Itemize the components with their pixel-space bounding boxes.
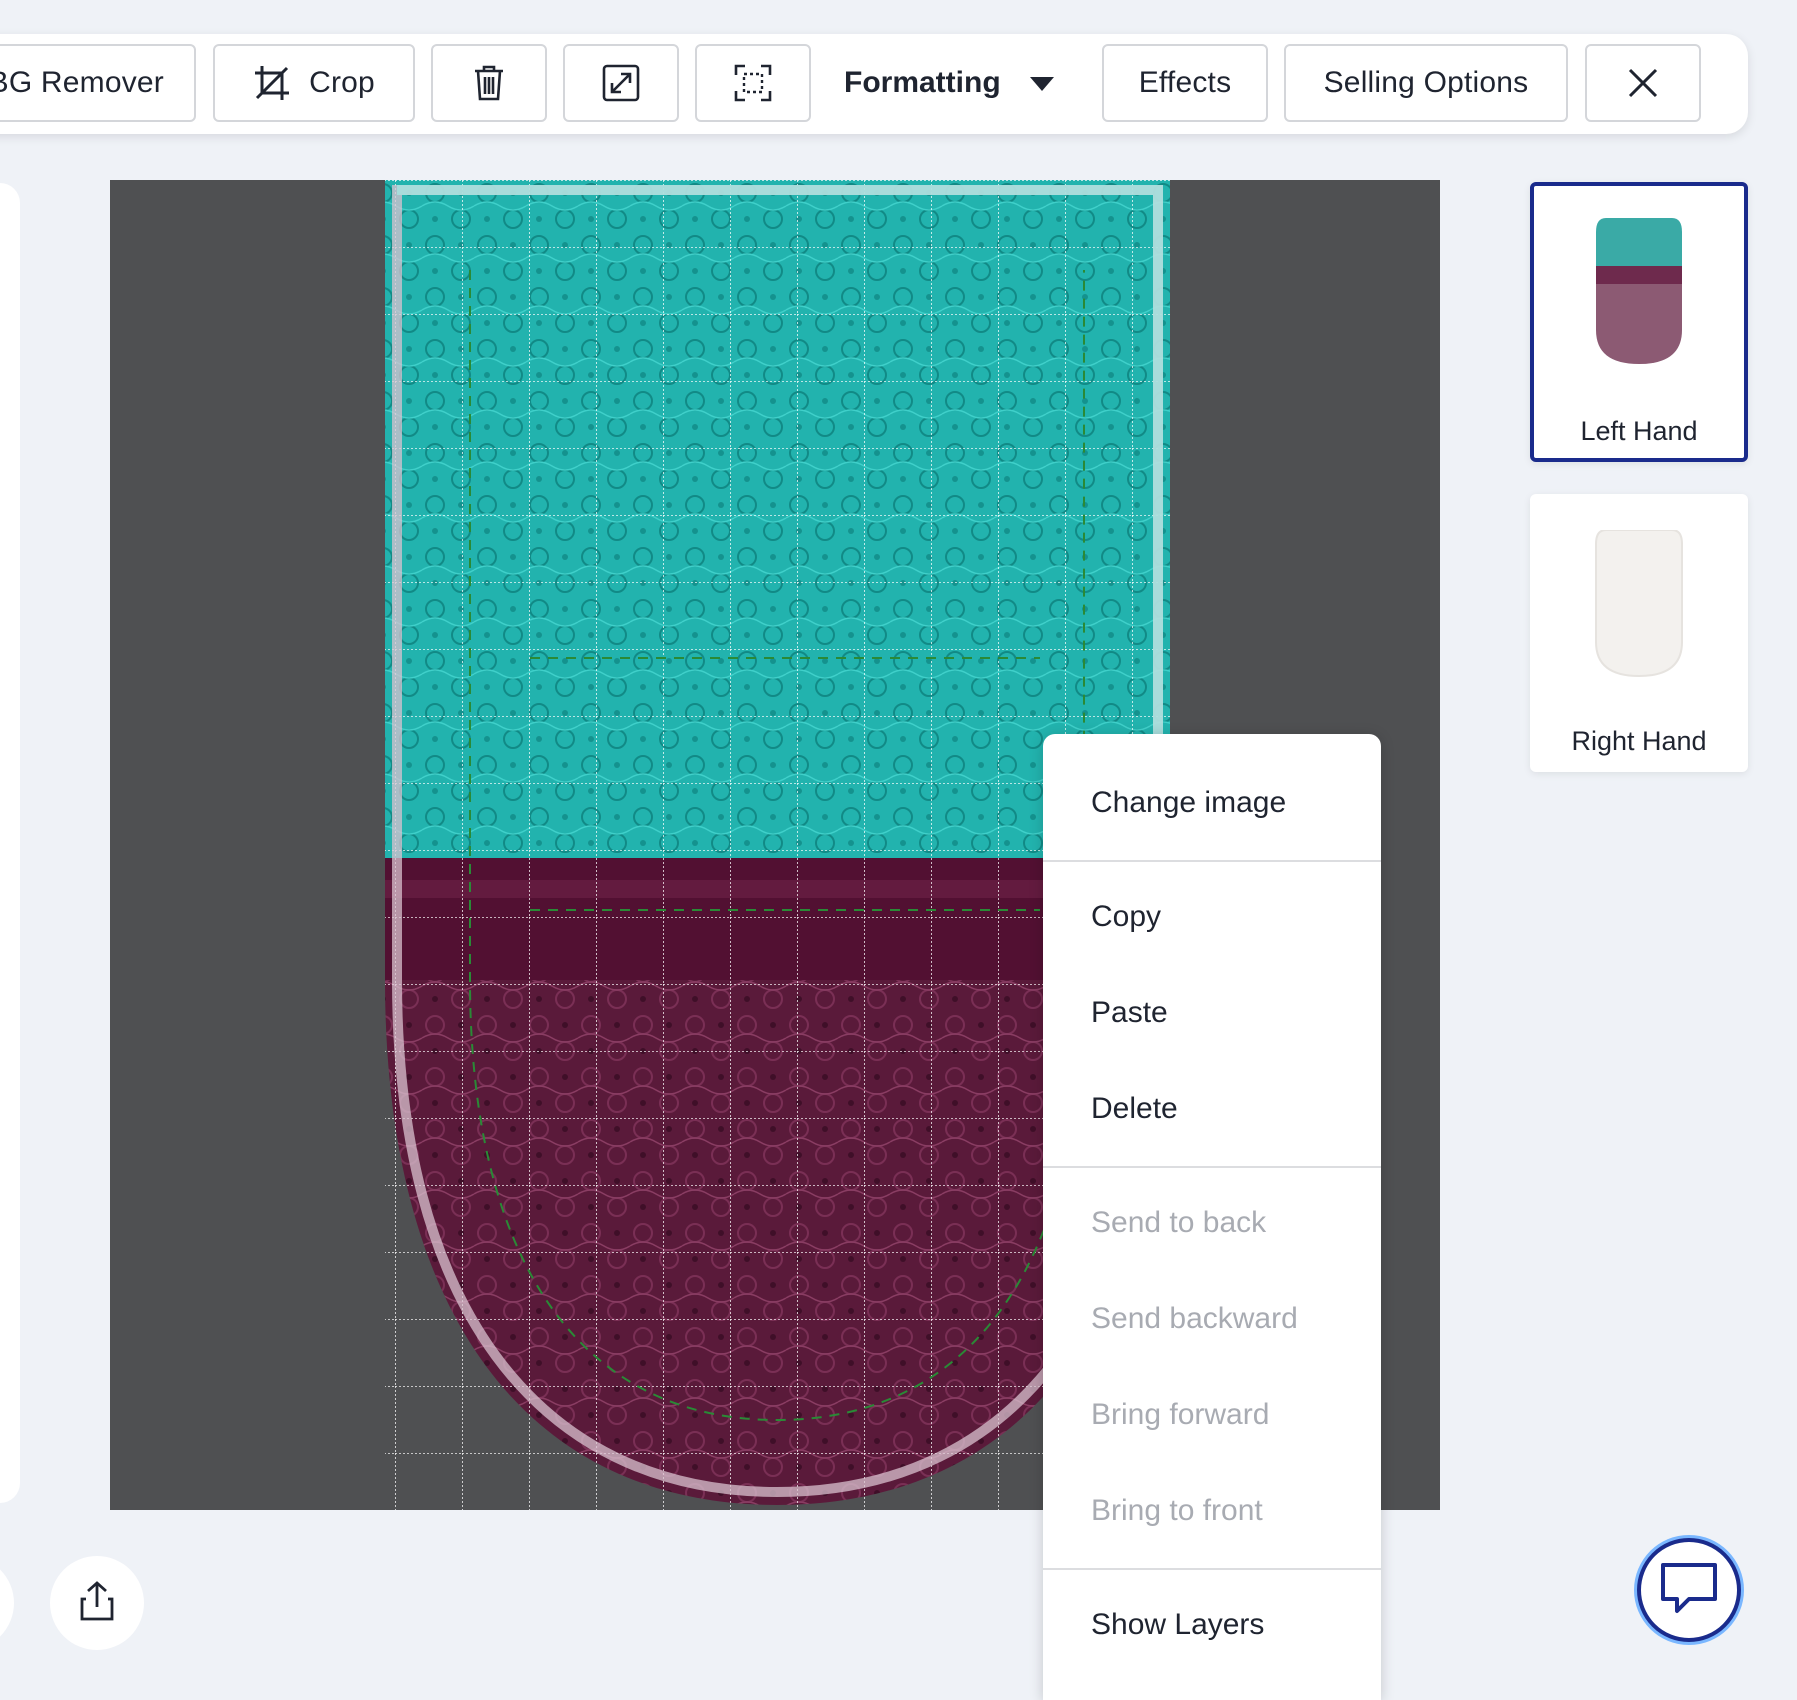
effects-button[interactable]: Effects (1102, 44, 1268, 122)
menu-item-send-backward[interactable]: Send backward (1091, 1302, 1298, 1336)
context-menu: Change image Copy Paste Delete Send to b… (1043, 734, 1381, 1700)
menu-divider (1043, 1568, 1381, 1570)
delete-button[interactable] (431, 44, 547, 122)
share-button[interactable] (50, 1556, 144, 1650)
crop-label: Crop (309, 66, 375, 99)
expand-icon (602, 64, 640, 102)
menu-item-bring-forward[interactable]: Bring forward (1091, 1398, 1269, 1432)
fit-button[interactable] (695, 44, 811, 122)
left-round-button[interactable] (0, 1556, 14, 1650)
chat-icon (1659, 1561, 1719, 1620)
menu-item-paste[interactable]: Paste (1091, 996, 1168, 1030)
hand-label-right: Right Hand (1571, 726, 1707, 756)
bg-remover-button[interactable]: BG Remover (0, 44, 196, 122)
bg-remover-label: BG Remover (0, 66, 164, 99)
selling-options-label: Selling Options (1323, 66, 1529, 99)
left-side-panel (0, 183, 20, 1503)
formatting-label: Formatting (844, 66, 1001, 99)
menu-item-copy[interactable]: Copy (1091, 900, 1161, 934)
hand-label-left: Left Hand (1580, 416, 1698, 446)
formatting-dropdown[interactable]: Formatting (844, 44, 1055, 122)
right-hand-nail-thumbnail (1595, 530, 1683, 678)
left-hand-nail-thumbnail (1596, 218, 1682, 364)
trash-icon (473, 64, 505, 102)
hand-card-left[interactable]: Left Hand (1530, 182, 1748, 462)
selling-options-button[interactable]: Selling Options (1284, 44, 1568, 122)
close-icon (1627, 67, 1659, 99)
crop-button[interactable]: Crop (213, 44, 415, 122)
menu-divider (1043, 1166, 1381, 1168)
menu-divider (1043, 860, 1381, 862)
caret-down-icon (1029, 66, 1055, 100)
resize-button[interactable] (563, 44, 679, 122)
menu-item-delete[interactable]: Delete (1091, 1092, 1178, 1126)
share-icon (80, 1580, 114, 1626)
close-button[interactable] (1585, 44, 1701, 122)
fit-frame-icon (734, 64, 772, 102)
chat-button[interactable] (1637, 1538, 1741, 1642)
effects-label: Effects (1138, 66, 1232, 99)
hand-card-right[interactable]: Right Hand (1530, 494, 1748, 772)
menu-item-show-layers[interactable]: Show Layers (1091, 1608, 1264, 1642)
menu-item-send-to-back[interactable]: Send to back (1091, 1206, 1266, 1240)
menu-item-change-image[interactable]: Change image (1091, 786, 1286, 820)
crop-icon (253, 64, 291, 102)
menu-item-bring-to-front[interactable]: Bring to front (1091, 1494, 1263, 1528)
